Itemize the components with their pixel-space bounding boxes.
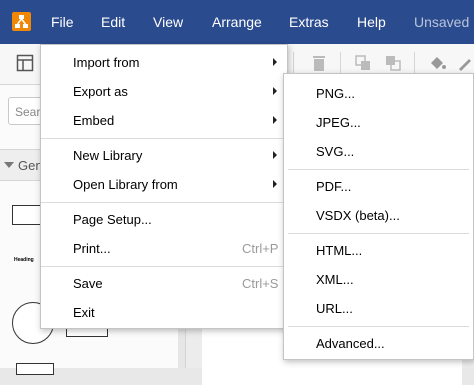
- menu-item-exit[interactable]: Exit: [41, 298, 287, 326]
- menu-item-label: Open Library from: [73, 177, 178, 192]
- menu-item-save[interactable]: Save Ctrl+S: [41, 269, 287, 297]
- submenu-arrow-icon: [273, 180, 277, 188]
- section-label: Gen: [18, 158, 43, 173]
- export-item-jpeg[interactable]: JPEG...: [284, 108, 473, 136]
- export-item-url[interactable]: URL...: [284, 294, 473, 322]
- export-item-advanced[interactable]: Advanced...: [284, 329, 473, 357]
- menu-view[interactable]: View: [153, 14, 183, 30]
- export-item-label: VSDX (beta)...: [316, 208, 400, 223]
- submenu-arrow-icon: [273, 116, 277, 124]
- delete-icon[interactable]: [310, 54, 328, 72]
- menu-item-label: New Library: [73, 148, 143, 163]
- menu-item-label: Page Setup...: [73, 212, 152, 227]
- fill-color-icon[interactable]: [428, 54, 446, 72]
- menu-item-label: Import from: [73, 55, 140, 70]
- export-item-label: Advanced...: [316, 336, 385, 351]
- submenu-arrow-icon: [273, 87, 277, 95]
- menu-item-label: Embed: [73, 113, 115, 128]
- menu-item-label: Save: [73, 276, 103, 291]
- export-item-label: PNG...: [316, 86, 356, 101]
- menu-separator: [288, 233, 469, 234]
- menubar: File Edit View Arrange Extras Help Unsav…: [0, 0, 474, 44]
- menu-help[interactable]: Help: [357, 14, 386, 30]
- export-item-label: HTML...: [316, 243, 363, 258]
- menu-item-label: Exit: [73, 305, 95, 320]
- shortcut-label: Ctrl+P: [242, 241, 279, 256]
- submenu-arrow-icon: [273, 58, 277, 66]
- menu-item-label: Export as: [73, 84, 128, 99]
- menu-item-label: Print...: [73, 241, 111, 256]
- export-item-label: XML...: [316, 272, 354, 287]
- menu-item-open-library-from[interactable]: Open Library from: [41, 170, 287, 198]
- export-item-png[interactable]: PNG...: [284, 79, 473, 107]
- menu-edit[interactable]: Edit: [101, 14, 125, 30]
- menu-item-print[interactable]: Print... Ctrl+P: [41, 234, 287, 262]
- export-submenu: PNG... JPEG... SVG... PDF... VSDX (beta)…: [283, 73, 474, 360]
- save-status[interactable]: Unsaved: [414, 14, 469, 30]
- to-front-icon[interactable]: [354, 54, 372, 72]
- format-panel-icon[interactable]: [16, 54, 34, 72]
- menu-item-embed[interactable]: Embed: [41, 106, 287, 134]
- menu-file[interactable]: File: [51, 14, 74, 30]
- export-item-xml[interactable]: XML...: [284, 265, 473, 293]
- line-color-icon[interactable]: [456, 54, 474, 72]
- chevron-down-icon: [4, 162, 14, 168]
- menu-extras[interactable]: Extras: [289, 14, 329, 30]
- export-item-html[interactable]: HTML...: [284, 236, 473, 264]
- file-menu: Import from Export as Embed New Library …: [40, 44, 288, 329]
- menu-separator: [41, 138, 287, 139]
- hexagon-shape[interactable]: [16, 363, 54, 375]
- export-item-label: SVG...: [316, 144, 355, 159]
- rectangle-shape[interactable]: [12, 205, 42, 225]
- menu-separator: [41, 202, 287, 203]
- export-item-pdf[interactable]: PDF...: [284, 172, 473, 200]
- export-item-label: JPEG...: [316, 115, 361, 130]
- export-item-vsdx[interactable]: VSDX (beta)...: [284, 201, 473, 229]
- menu-arrange[interactable]: Arrange: [212, 14, 262, 30]
- menu-separator: [288, 169, 469, 170]
- menu-item-import-from[interactable]: Import from: [41, 48, 287, 76]
- export-item-label: URL...: [316, 301, 353, 316]
- menu-item-export-as[interactable]: Export as: [41, 77, 287, 105]
- export-item-svg[interactable]: SVG...: [284, 137, 473, 165]
- app-logo-icon[interactable]: [12, 12, 31, 31]
- submenu-arrow-icon: [273, 151, 277, 159]
- shortcut-label: Ctrl+S: [242, 276, 279, 291]
- menu-item-new-library[interactable]: New Library: [41, 141, 287, 169]
- export-item-label: PDF...: [316, 179, 352, 194]
- heading-shape[interactable]: Heading: [14, 257, 34, 263]
- menu-separator: [41, 266, 287, 267]
- menu-separator: [288, 326, 469, 327]
- to-back-icon[interactable]: [384, 54, 402, 72]
- menu-item-page-setup[interactable]: Page Setup...: [41, 205, 287, 233]
